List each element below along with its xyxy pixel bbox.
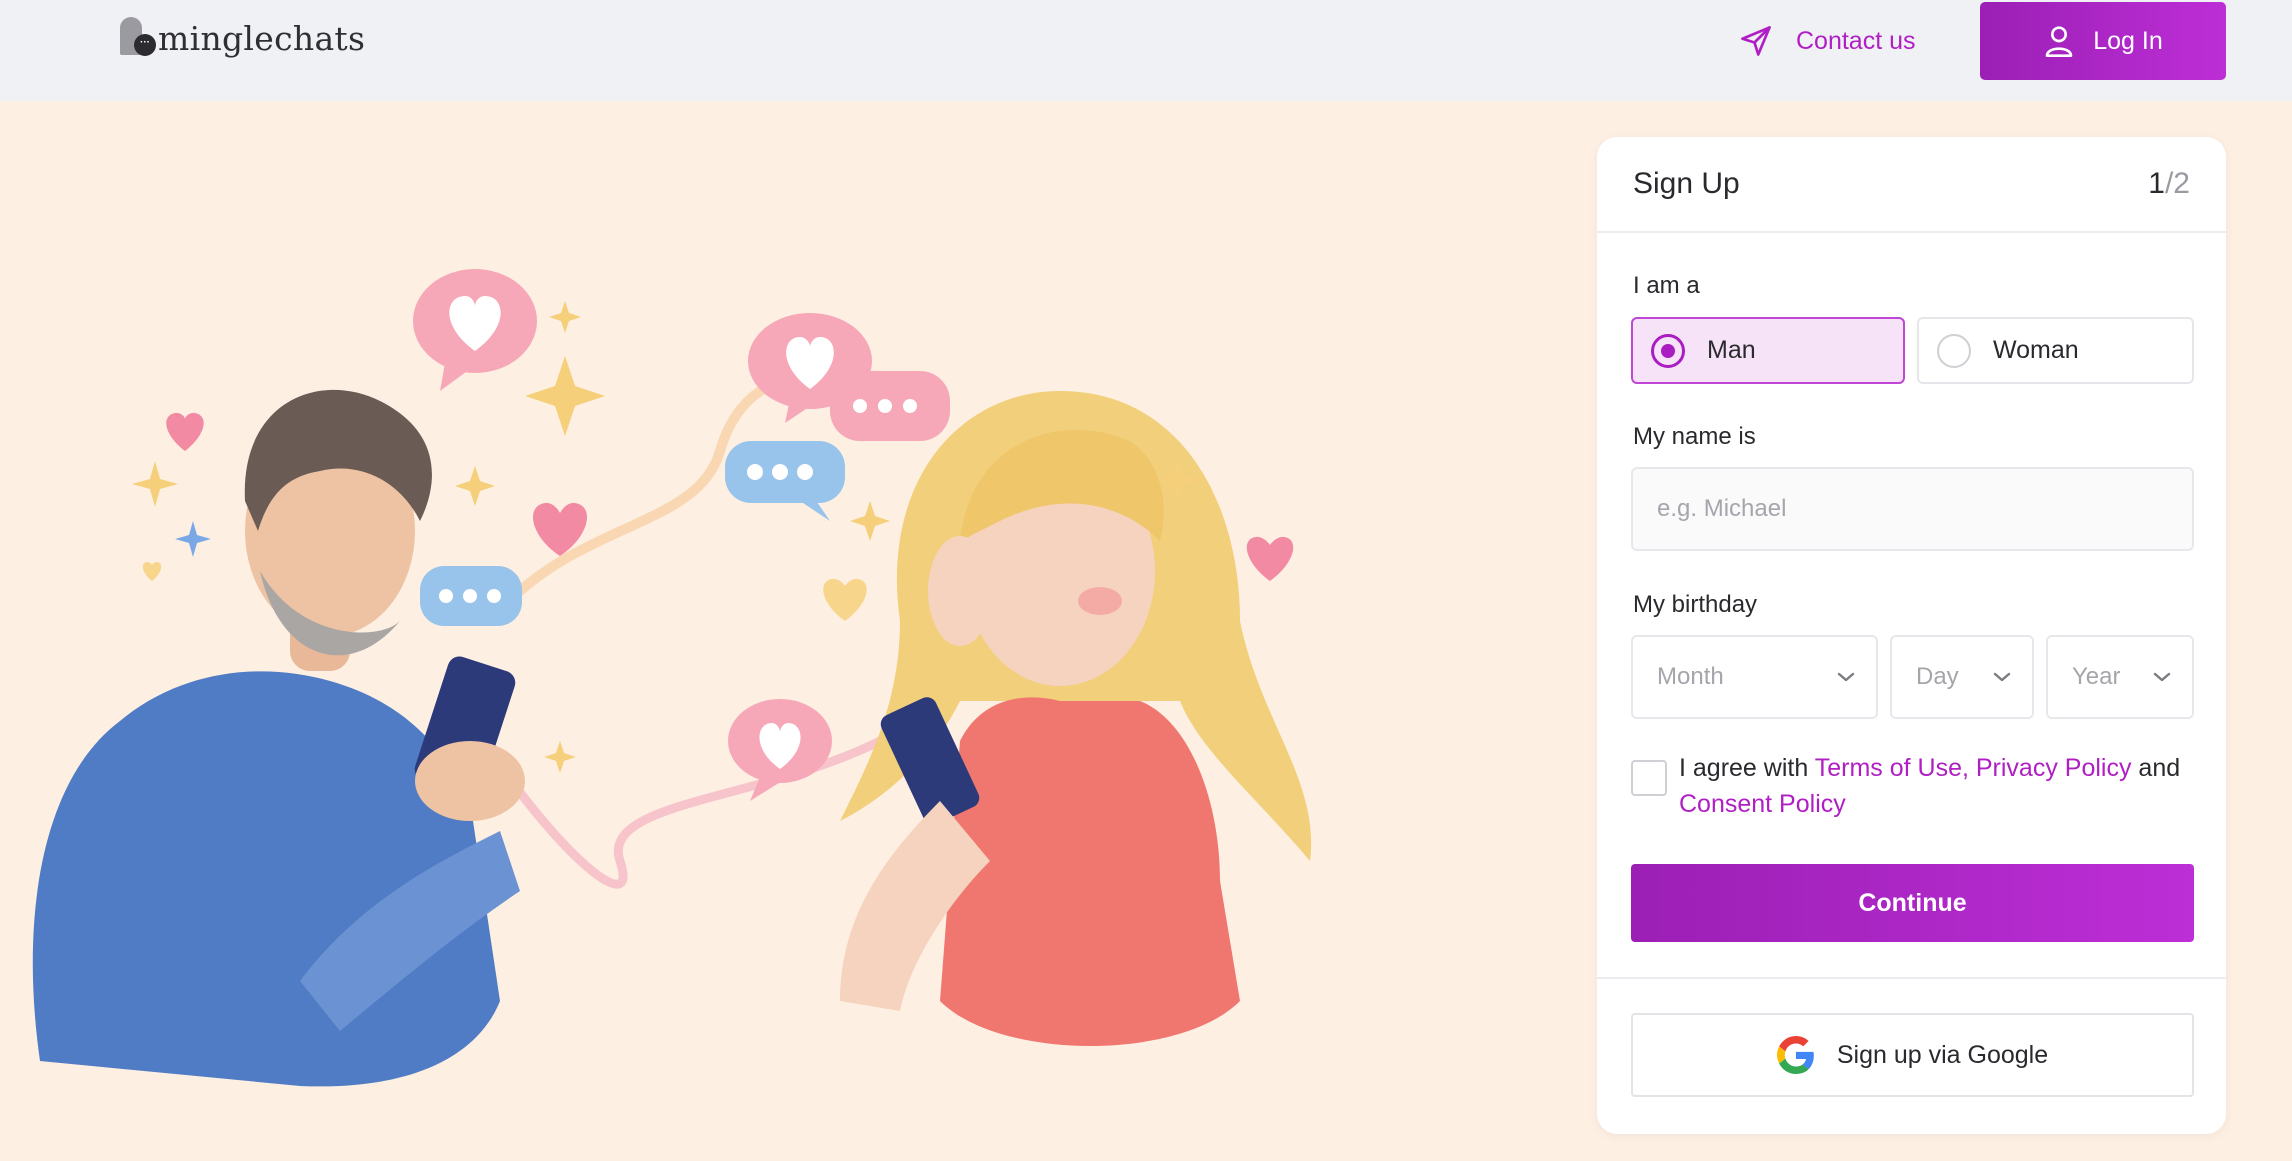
hero-illustration [32,269,1312,1087]
step-total: /2 [2164,167,2190,200]
birth-day-select[interactable]: Day [1890,635,2034,719]
agree-and: and [2131,754,2181,782]
typing-bubble-icon [725,441,845,521]
agree-prefix: I agree with [1679,754,1815,782]
signup-title: Sign Up [1633,167,1740,200]
gender-option-man[interactable]: Man [1631,317,1905,384]
user-icon [2045,26,2073,58]
gender-option-label: Man [1707,336,1756,364]
typing-bubble-icon [830,371,950,441]
gender-option-woman[interactable]: Woman [1917,317,2194,384]
birth-month-value: Month [1657,663,1724,690]
agree-checkbox[interactable] [1631,760,1667,796]
logo-mark-icon: ··· [118,17,162,59]
radio-unselected-icon [1937,333,1971,368]
top-header: ··· minglechats Contact us Log In [0,0,2292,101]
birth-day-value: Day [1916,663,1959,690]
heart-bubble-icon [413,269,537,391]
birth-year-select[interactable]: Year [2046,635,2194,719]
card-divider [1597,977,2226,979]
gender-option-label: Woman [1993,336,2079,364]
radio-selected-icon [1651,333,1685,368]
agree-text: I agree with Terms of Use, Privacy Polic… [1679,750,2180,822]
terms-link[interactable]: Terms of Use, Privacy Policy [1815,754,2132,782]
sparkle-icon [175,521,211,557]
birth-year-value: Year [2072,663,2121,690]
chevron-down-icon [1993,672,2011,682]
name-input[interactable] [1631,467,2194,551]
send-icon [1741,26,1771,56]
contact-us-label: Contact us [1796,26,1916,55]
signup-card-header: Sign Up 1/2 [1597,137,2226,233]
gender-label: I am a [1633,272,1700,299]
typing-bubble-icon [420,566,522,626]
woman-figure [840,391,1312,1046]
step-indicator: 1/2 [2148,167,2190,201]
agree-row: I agree with Terms of Use, Privacy Polic… [1631,750,2194,822]
google-signup-label: Sign up via Google [1836,1040,2049,1069]
google-signup-button[interactable]: Sign up via Google [1631,1013,2194,1097]
name-label: My name is [1633,423,1756,450]
consent-link[interactable]: Consent Policy [1679,790,1846,818]
chevron-down-icon [1837,672,1855,682]
signup-card: Sign Up 1/2 I am a Man Woman My name is … [1597,137,2226,1134]
step-current: 1 [2148,167,2165,200]
login-button[interactable]: Log In [1980,2,2226,80]
google-icon [1776,1036,1814,1074]
man-figure [32,389,525,1087]
logo[interactable]: ··· minglechats [118,16,365,60]
logo-text: minglechats [158,18,366,58]
chevron-down-icon [2153,672,2171,682]
login-label: Log In [2093,26,2163,55]
birth-month-select[interactable]: Month [1631,635,1878,719]
contact-us-link[interactable]: Contact us [1738,20,1916,62]
continue-button[interactable]: Continue [1631,864,2194,942]
birthday-label: My birthday [1633,591,1758,618]
